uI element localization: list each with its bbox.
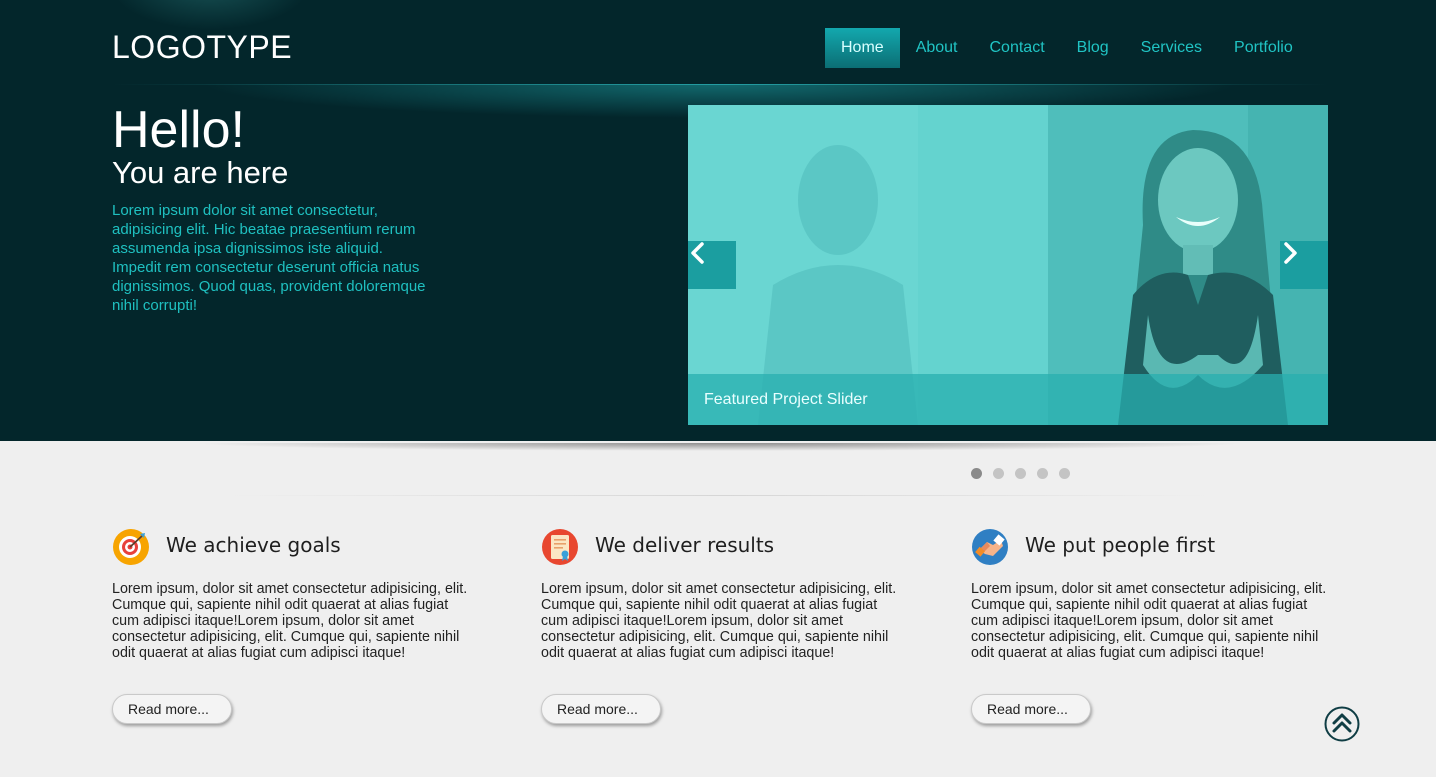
hero-subtitle: You are here xyxy=(112,155,289,190)
featured-slider[interactable]: Featured Project Slider xyxy=(688,105,1328,425)
double-chevron-up-icon[interactable] xyxy=(1324,706,1360,742)
target-icon xyxy=(113,529,149,565)
content-divider xyxy=(230,495,1210,496)
nav-item-blog[interactable]: Blog xyxy=(1061,28,1125,68)
read-more-button[interactable]: Read more... xyxy=(112,694,232,724)
main-nav: Home About Contact Blog Services Portfol… xyxy=(825,28,1309,68)
chevron-right-icon xyxy=(1284,242,1297,264)
certificate-icon xyxy=(542,529,578,565)
feature-text: Lorem ipsum, dolor sit amet consectetur … xyxy=(541,581,897,661)
hero-title: Hello! xyxy=(112,101,245,159)
slider-pagination xyxy=(971,468,1070,479)
feature-title: We deliver results xyxy=(595,533,775,557)
hero-section: LOGOTYPE Home About Contact Blog Service… xyxy=(0,0,1436,441)
logo-glow xyxy=(110,0,310,30)
slider-dot[interactable] xyxy=(993,468,1004,479)
slider-prev-button[interactable] xyxy=(688,241,736,289)
feature-text: Lorem ipsum, dolor sit amet consectetur … xyxy=(971,581,1327,661)
handshake-icon xyxy=(972,529,1008,565)
slider-dot[interactable] xyxy=(1059,468,1070,479)
nav-item-services[interactable]: Services xyxy=(1125,28,1218,68)
feature-title: We achieve goals xyxy=(166,533,341,557)
slider-dot[interactable] xyxy=(971,468,982,479)
read-more-button[interactable]: Read more... xyxy=(971,694,1091,724)
nav-item-contact[interactable]: Contact xyxy=(974,28,1061,68)
nav-item-about[interactable]: About xyxy=(900,28,974,68)
hero-bottom-shadow xyxy=(190,443,1250,451)
chevron-left-icon xyxy=(691,242,704,264)
nav-item-portfolio[interactable]: Portfolio xyxy=(1218,28,1309,68)
slider-dot[interactable] xyxy=(1037,468,1048,479)
nav-item-home[interactable]: Home xyxy=(825,28,900,68)
slider-caption: Featured Project Slider xyxy=(688,374,1328,425)
feature-title: We put people first xyxy=(1025,533,1216,557)
logo[interactable]: LOGOTYPE xyxy=(112,29,292,66)
slider-dot[interactable] xyxy=(1015,468,1026,479)
slider-next-button[interactable] xyxy=(1280,241,1328,289)
hero-text: Lorem ipsum dolor sit amet consectetur, … xyxy=(112,202,426,314)
feature-text: Lorem ipsum, dolor sit amet consectetur … xyxy=(112,581,468,661)
read-more-button[interactable]: Read more... xyxy=(541,694,661,724)
